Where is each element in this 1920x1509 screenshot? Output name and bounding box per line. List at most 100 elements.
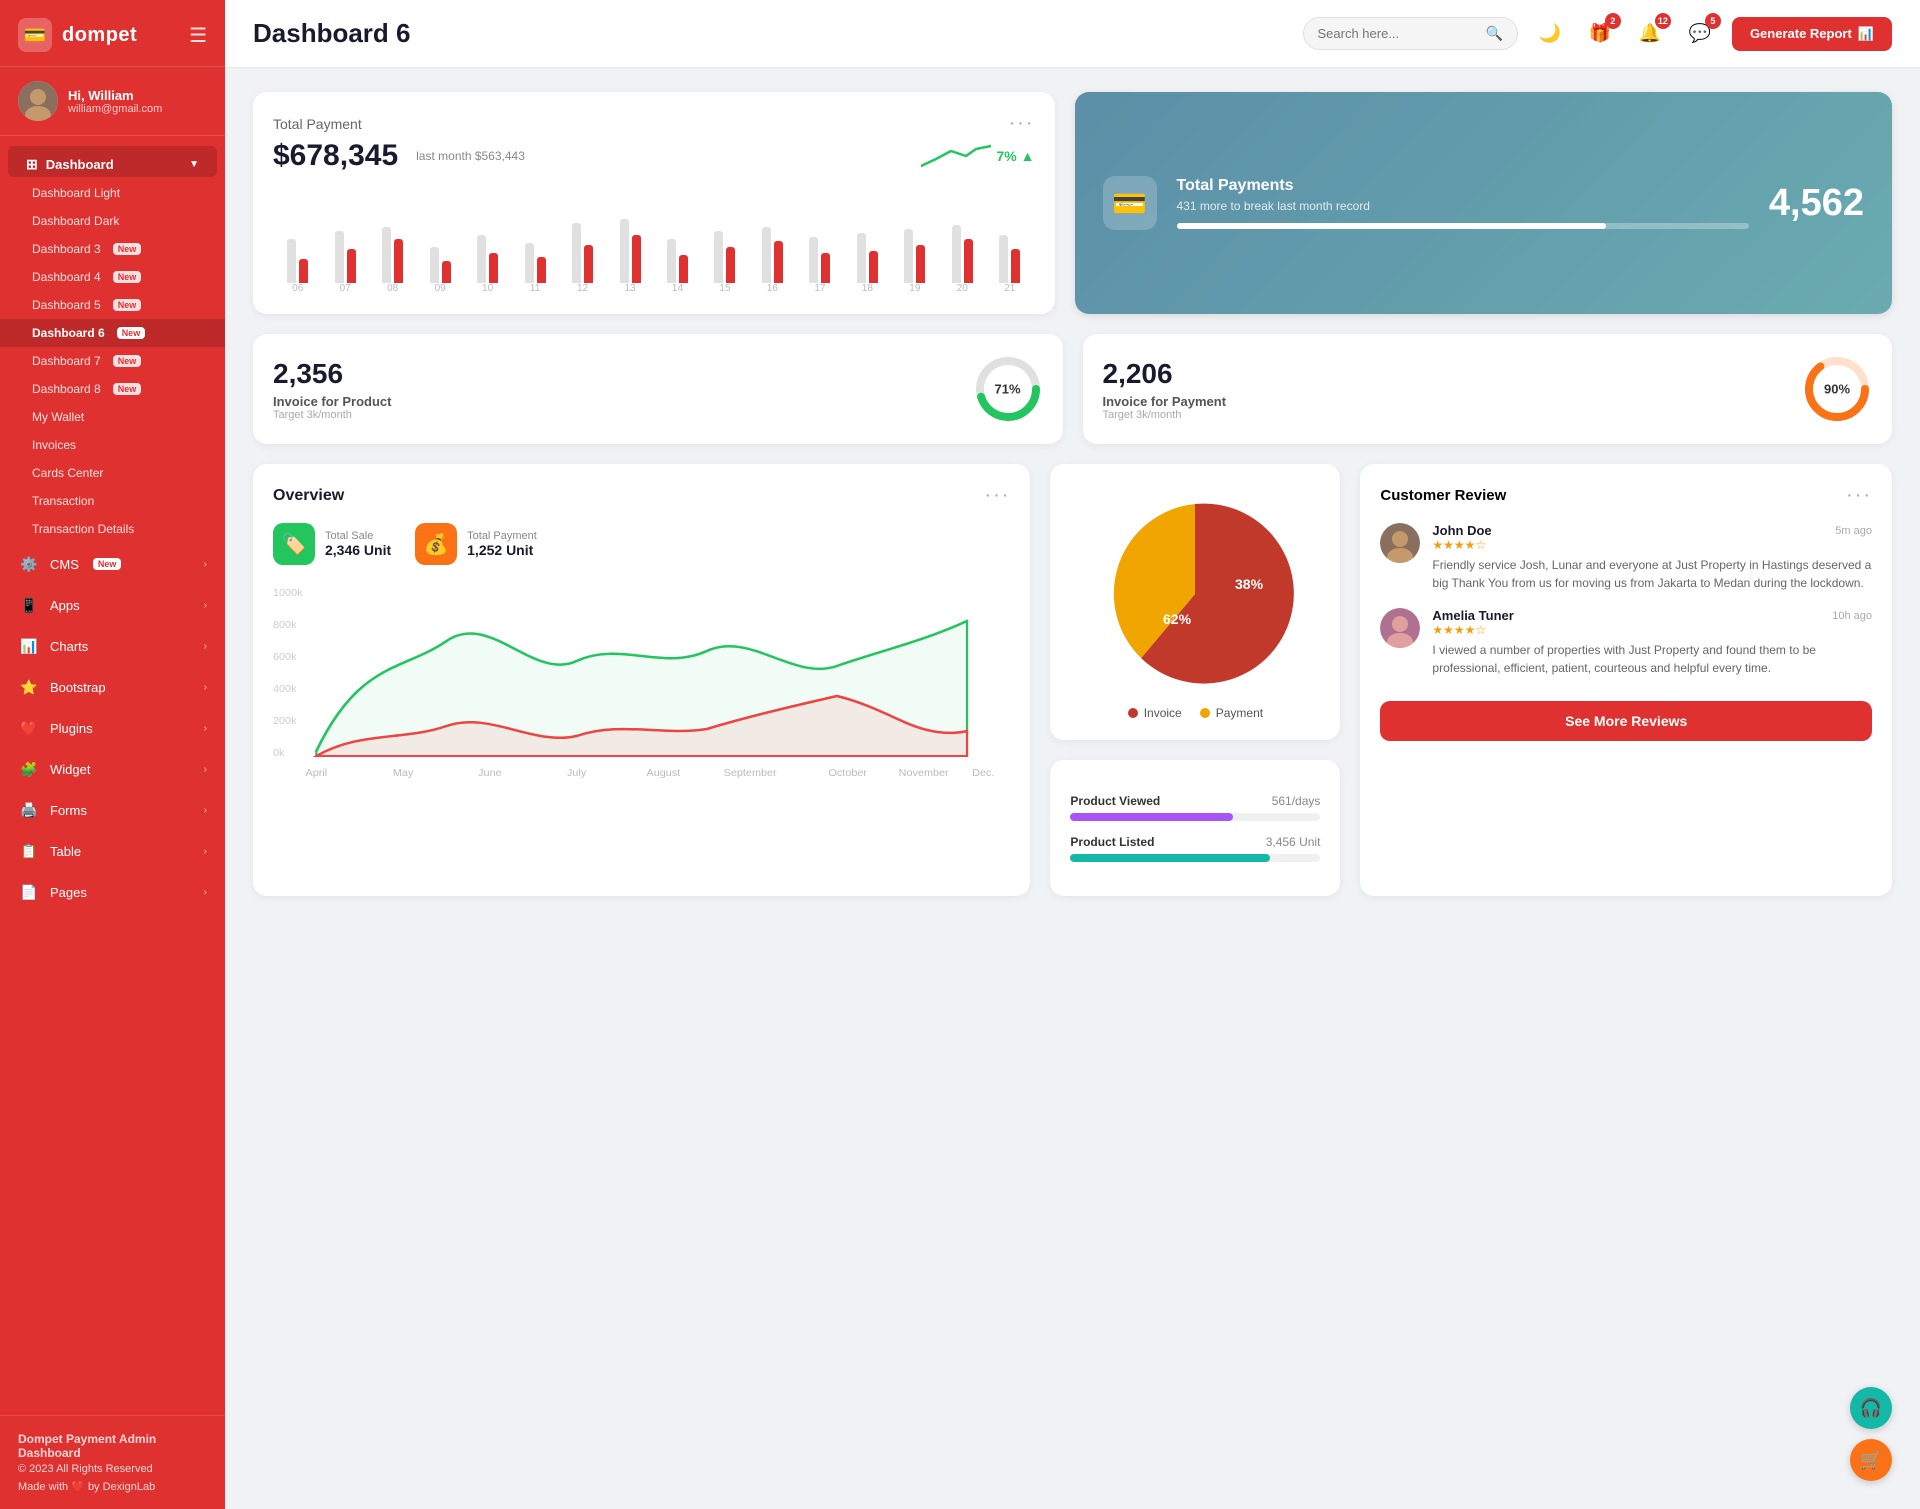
bar-group (989, 235, 1030, 283)
gift-btn[interactable]: 🎁 2 (1582, 16, 1618, 52)
bar-group (799, 237, 840, 283)
bar-group (467, 235, 508, 283)
bell-btn[interactable]: 🔔 12 (1632, 16, 1668, 52)
dashboard-subitems: Dashboard Light Dashboard Dark Dashboard… (0, 179, 225, 543)
sidebar-item-pages[interactable]: 📄 Pages › (0, 872, 225, 912)
cms-badge: New (93, 558, 122, 570)
svg-text:September: September (724, 768, 778, 779)
bar-group (514, 243, 555, 283)
reviewer-time-2: 10h ago (1832, 610, 1872, 622)
bar-chart: 06070809101112131415161718192021 (273, 183, 1035, 294)
total-sale-icon: 🏷️ (273, 523, 315, 565)
sidebar-item-dashboard-8[interactable]: Dashboard 8 New (0, 375, 225, 403)
invoice-legend-label: Invoice (1144, 706, 1182, 720)
wallet-icon: 💳 (24, 25, 46, 46)
sidebar-item-dashboard-4[interactable]: Dashboard 4 New (0, 263, 225, 291)
product-stats: Product Viewed 561/days Product Listed 3… (1070, 794, 1320, 862)
customer-review-card: Customer Review ··· John Doe (1360, 464, 1892, 896)
charts-icon: 📊 (18, 635, 40, 657)
hamburger-icon[interactable]: ☰ (189, 23, 207, 48)
sidebar-item-label: Dashboard Dark (32, 214, 119, 228)
review-text-2: I viewed a number of properties with Jus… (1432, 641, 1872, 677)
sidebar-item-cards-center[interactable]: Cards Center (0, 459, 225, 487)
invoice-payment-target: Target 3k/month (1103, 409, 1227, 421)
svg-text:800k: 800k (273, 620, 297, 631)
reviewer-stars-2: ★★★★☆ (1432, 623, 1872, 637)
review-content-1: John Doe 5m ago ★★★★☆ Friendly service J… (1432, 523, 1872, 592)
bootstrap-icon: ⭐ (18, 676, 40, 698)
x-label: 14 (657, 283, 698, 294)
review-text-1: Friendly service Josh, Lunar and everyon… (1432, 556, 1872, 592)
sidebar-item-dashboard-light[interactable]: Dashboard Light (0, 179, 225, 207)
pages-icon: 📄 (18, 881, 40, 903)
svg-text:400k: 400k (273, 684, 297, 695)
chat-btn[interactable]: 💬 5 (1682, 16, 1718, 52)
topbar: Dashboard 6 🔍 🌙 🎁 2 🔔 12 💬 5 Gen (225, 0, 1920, 68)
sidebar-item-plugins[interactable]: ❤️ Plugins › (0, 708, 225, 748)
sidebar-item-cms[interactable]: ⚙️ CMS New › (0, 544, 225, 584)
overview-more-btn[interactable]: ··· (984, 484, 1010, 507)
search-input[interactable] (1318, 26, 1478, 41)
bar-group (324, 231, 365, 283)
sidebar-item-widget[interactable]: 🧩 Widget › (0, 749, 225, 789)
chevron-right-icon: › (204, 764, 207, 775)
see-more-reviews-button[interactable]: See More Reviews (1380, 701, 1872, 741)
product-viewed-stat: Product Viewed 561/days (1070, 794, 1320, 821)
forms-label: Forms (50, 803, 87, 818)
sidebar-item-dashboard-3[interactable]: Dashboard 3 New (0, 235, 225, 263)
dashboard-section[interactable]: ⊞ Dashboard ▼ (8, 146, 217, 177)
review-more-btn[interactable]: ··· (1846, 484, 1872, 507)
sidebar-item-dashboard-dark[interactable]: Dashboard Dark (0, 207, 225, 235)
generate-report-button[interactable]: Generate Report 📊 (1732, 17, 1892, 51)
cart-float-btn[interactable]: 🛒 (1850, 1439, 1892, 1481)
support-float-btn[interactable]: 🎧 (1850, 1387, 1892, 1429)
sidebar-item-label: Dashboard 3 (32, 242, 101, 256)
bar-group (894, 229, 935, 283)
sidebar-item-label: Transaction Details (32, 522, 134, 536)
total-payment-overview-label: Total Payment (467, 530, 537, 542)
sidebar-item-charts[interactable]: 📊 Charts › (0, 626, 225, 666)
sidebar-item-my-wallet[interactable]: My Wallet (0, 403, 225, 431)
svg-text:600k: 600k (273, 652, 297, 663)
dashboard-label: Dashboard (46, 157, 114, 172)
sidebar-brand: 💳 dompet ☰ (0, 0, 225, 67)
row-2: 2,356 Invoice for Product Target 3k/mont… (253, 334, 1892, 444)
sidebar-item-transaction-details[interactable]: Transaction Details (0, 515, 225, 543)
sidebar-item-dashboard-7[interactable]: Dashboard 7 New (0, 347, 225, 375)
sidebar-item-transaction[interactable]: Transaction (0, 487, 225, 515)
sidebar-item-invoices[interactable]: Invoices (0, 431, 225, 459)
sidebar-item-label: Dashboard 4 (32, 270, 101, 284)
footer-title: Dompet Payment Admin Dashboard (18, 1432, 207, 1460)
blue-progress-bar-bg (1177, 223, 1749, 229)
search-icon: 🔍 (1486, 25, 1503, 42)
brand-icon: 💳 (18, 18, 52, 52)
sidebar-item-dashboard-6[interactable]: Dashboard 6 New (0, 319, 225, 347)
sidebar-item-apps[interactable]: 📱 Apps › (0, 585, 225, 625)
theme-toggle-btn[interactable]: 🌙 (1532, 16, 1568, 52)
row-3: Overview ··· 🏷️ Total Sale 2,346 Unit (253, 464, 1892, 896)
sidebar-item-bootstrap[interactable]: ⭐ Bootstrap › (0, 667, 225, 707)
new-badge: New (113, 355, 142, 367)
sidebar-item-dashboard-5[interactable]: Dashboard 5 New (0, 291, 225, 319)
total-sale-label: Total Sale (325, 530, 391, 542)
x-label: 17 (799, 283, 840, 294)
search-box[interactable]: 🔍 (1303, 17, 1518, 50)
bar-group (562, 223, 603, 283)
more-options-btn[interactable]: ··· (1009, 112, 1035, 135)
page-title: Dashboard 6 (253, 18, 411, 49)
sidebar-item-label: Dashboard 6 (32, 326, 105, 340)
invoice-product-label: Invoice for Product (273, 394, 391, 409)
sidebar-item-forms[interactable]: 🖨️ Forms › (0, 790, 225, 830)
cart-icon: 🛒 (1860, 1450, 1882, 1471)
chart-bar-icon: 📊 (1858, 26, 1874, 42)
payment-legend-label: Payment (1216, 706, 1263, 720)
legend-invoice: Invoice (1128, 706, 1182, 720)
main-content: Dashboard 6 🔍 🌙 🎁 2 🔔 12 💬 5 Gen (225, 0, 1920, 1509)
bar-group (942, 225, 983, 283)
sidebar-footer: Dompet Payment Admin Dashboard © 2023 Al… (0, 1415, 225, 1509)
svg-text:1000k: 1000k (273, 588, 303, 599)
table-label: Table (50, 844, 81, 859)
total-sale-stat: 🏷️ Total Sale 2,346 Unit (273, 523, 391, 565)
sidebar-item-table[interactable]: 📋 Table › (0, 831, 225, 871)
sidebar-item-label: Dashboard 7 (32, 354, 101, 368)
